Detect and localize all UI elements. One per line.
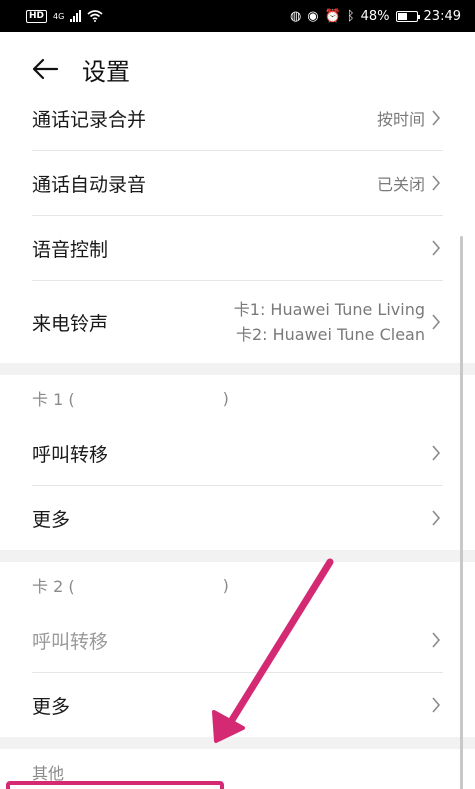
chevron-right-icon xyxy=(432,510,441,526)
status-right: ◍ ◉ ⏰ ᛒ 48% 23:49 xyxy=(290,9,461,24)
card1-header: 卡 1 ( ) xyxy=(0,375,475,421)
chevron-right-icon xyxy=(432,632,441,648)
card1-header-suffix: ) xyxy=(222,388,229,408)
eye-comfort-icon: ◉ xyxy=(307,8,319,24)
ringtone-label: 来电铃声 xyxy=(32,312,109,335)
merge-call-logs-row[interactable]: 通话记录合并 按时间 xyxy=(0,86,475,150)
auto-record-label: 通话自动录音 xyxy=(32,173,147,196)
back-button[interactable] xyxy=(30,54,60,84)
card1-more-label: 更多 xyxy=(32,508,71,531)
chevron-right-icon xyxy=(432,445,441,461)
card2-header-prefix: 卡 2 ( xyxy=(32,577,75,596)
status-left: HD 4G xyxy=(26,9,103,23)
auto-record-right: 已关闭 xyxy=(377,171,441,195)
settings-list: 通话记录合并 按时间 通话自动录音 已关闭 语音控制 来电铃声 卡1: Huaw… xyxy=(0,86,475,789)
chevron-right-icon xyxy=(432,110,441,126)
clock: 23:49 xyxy=(423,8,461,24)
ringtone-right: 卡1: Huawei Tune Living 卡2: Huawei Tune C… xyxy=(234,297,441,347)
chevron-right-icon xyxy=(432,314,441,330)
wifi-icon xyxy=(87,10,103,22)
voice-control-label: 语音控制 xyxy=(32,238,109,261)
card1-header-prefix: 卡 1 ( xyxy=(32,390,75,409)
section-gap xyxy=(0,550,475,562)
card1-forwarding-label: 呼叫转移 xyxy=(32,443,109,466)
card1-forwarding-row[interactable]: 呼叫转移 xyxy=(0,421,475,485)
network-type: 4G xyxy=(53,11,65,21)
signal-icon xyxy=(70,10,82,22)
page-title: 设置 xyxy=(82,57,130,86)
card2-header: 卡 2 ( ) xyxy=(0,562,475,608)
nfc-icon: ◍ xyxy=(289,8,302,24)
voice-control-row[interactable]: 语音控制 xyxy=(0,216,475,280)
ringtone-card1: 卡1: Huawei Tune Living xyxy=(233,300,425,319)
hd-indicator: HD xyxy=(26,9,48,23)
card2-forwarding-row[interactable]: 呼叫转移 xyxy=(0,608,475,672)
ringtone-values: 卡1: Huawei Tune Living 卡2: Huawei Tune C… xyxy=(234,297,425,347)
alarm-icon: ⏰ xyxy=(324,8,341,24)
chevron-right-icon xyxy=(432,175,441,191)
card2-forwarding-label: 呼叫转移 xyxy=(32,630,109,653)
merge-call-logs-label: 通话记录合并 xyxy=(32,108,147,131)
battery-icon xyxy=(395,10,420,22)
merge-call-logs-right: 按时间 xyxy=(377,106,441,130)
chevron-right-icon xyxy=(432,697,441,713)
card1-more-row[interactable]: 更多 xyxy=(0,486,475,550)
battery-percent: 48% xyxy=(360,8,390,24)
merge-call-logs-value: 按时间 xyxy=(376,110,425,129)
auto-record-row[interactable]: 通话自动录音 已关闭 xyxy=(0,151,475,215)
status-bar: HD 4G ◍ ◉ ⏰ ᛒ 48% 23:49 xyxy=(0,0,475,32)
scrollbar[interactable] xyxy=(460,236,463,789)
card2-more-row[interactable]: 更多 xyxy=(0,673,475,737)
back-arrow-icon xyxy=(32,58,59,80)
card2-header-suffix: ) xyxy=(222,575,229,595)
bluetooth-icon: ᛒ xyxy=(346,8,355,24)
auto-record-value: 已关闭 xyxy=(376,175,425,194)
card2-more-label: 更多 xyxy=(32,695,71,718)
annotation-highlight-box xyxy=(6,781,224,789)
section-gap xyxy=(0,363,475,375)
section-gap xyxy=(0,737,475,749)
chevron-right-icon xyxy=(432,240,441,256)
ringtone-card2: 卡2: Huawei Tune Clean xyxy=(235,325,425,344)
ringtone-row[interactable]: 来电铃声 卡1: Huawei Tune Living 卡2: Huawei T… xyxy=(0,281,475,363)
